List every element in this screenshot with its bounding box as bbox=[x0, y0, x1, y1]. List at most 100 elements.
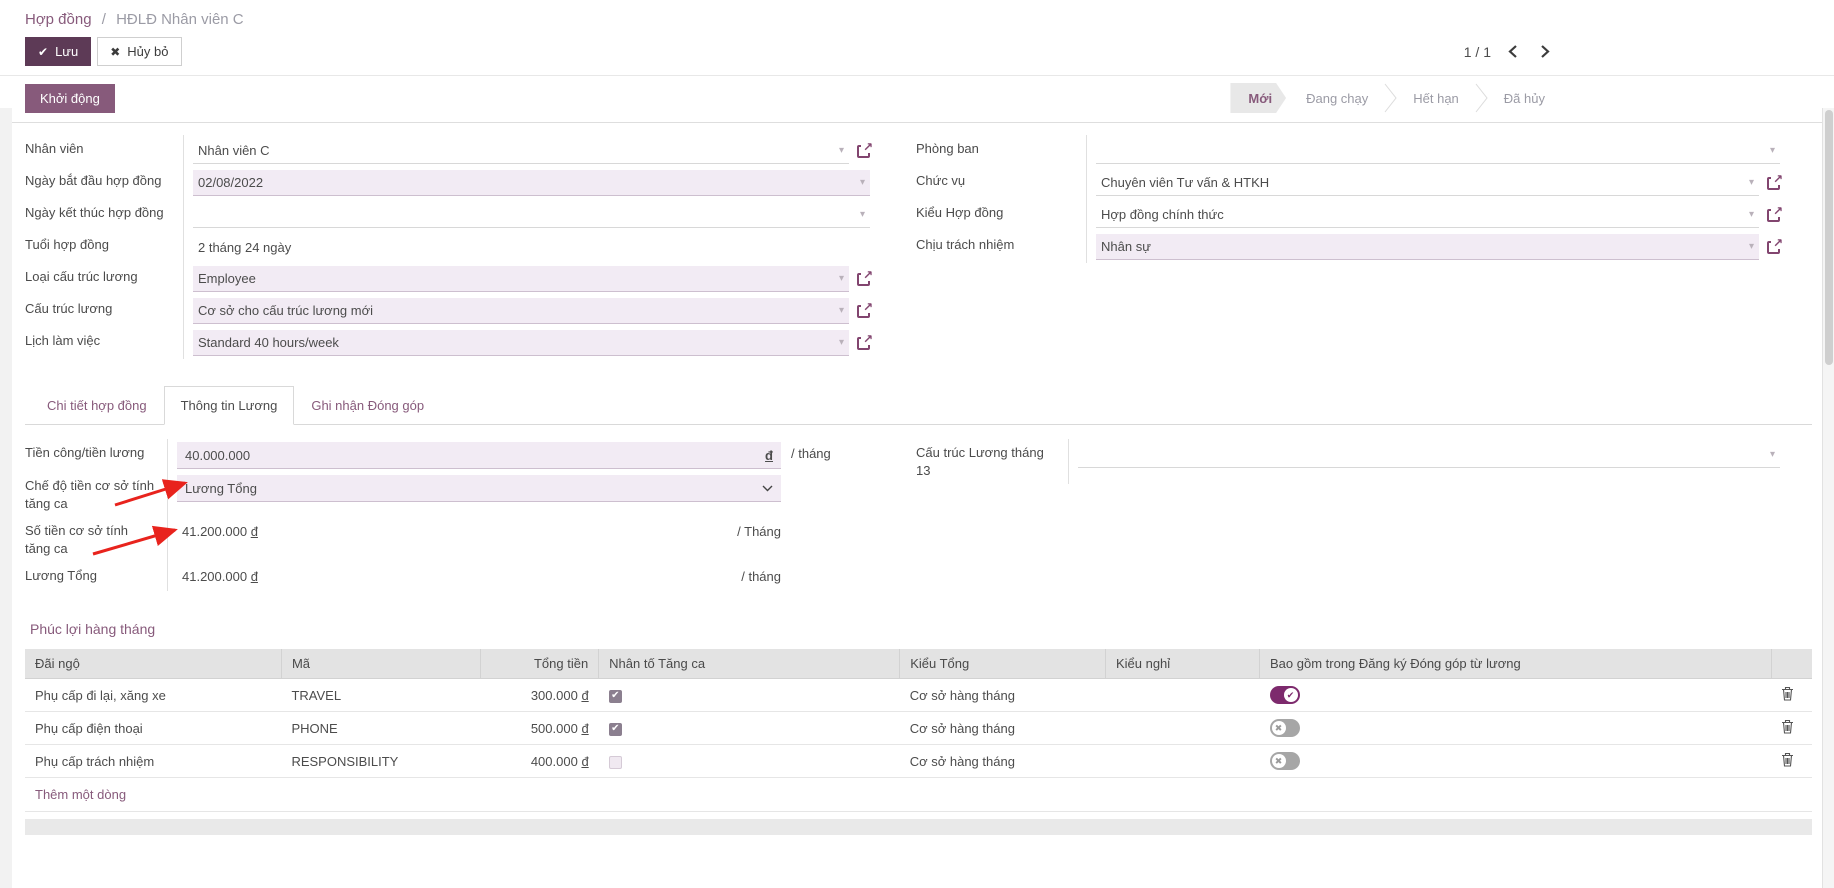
benefit-total-type[interactable]: Cơ sở hàng tháng bbox=[900, 679, 1106, 712]
field-group-left: Nhân viên Nhân viên C ▾ Ngày bắt đầu hợp… bbox=[25, 135, 870, 359]
delete-row-button[interactable] bbox=[1781, 752, 1794, 770]
field-month13-structure: Cấu trúc Lương tháng 13 ▾ bbox=[916, 439, 1780, 484]
column-header[interactable]: Mã bbox=[281, 649, 480, 679]
ot-factor-checkbox[interactable] bbox=[609, 756, 622, 769]
dropdown-caret-icon[interactable]: ▾ bbox=[852, 209, 865, 220]
benefit-amount[interactable]: 500.000 đ bbox=[480, 712, 599, 745]
status-step-separator-icon bbox=[1475, 83, 1488, 113]
external-link-icon[interactable] bbox=[857, 145, 870, 158]
scrollbar-thumb[interactable] bbox=[1825, 110, 1833, 365]
external-link-icon[interactable] bbox=[857, 337, 870, 350]
external-link-icon[interactable] bbox=[857, 305, 870, 318]
included-in-register-toggle[interactable]: ✖ bbox=[1270, 752, 1300, 770]
column-header[interactable]: Nhân tố Tăng ca bbox=[599, 649, 900, 679]
benefits-header-row: Đãi ngộ Mã Tổng tiền Nhân tố Tăng ca Kiể… bbox=[25, 649, 1812, 679]
status-step-new[interactable]: Mới bbox=[1230, 83, 1286, 113]
scrollbar[interactable] bbox=[1822, 108, 1834, 888]
field-label: Chế độ tiền cơ sở tính tăng ca bbox=[25, 472, 167, 517]
field-label: Kiểu Hợp đồng bbox=[916, 199, 1086, 227]
included-in-register-toggle[interactable]: ✔ bbox=[1270, 686, 1300, 704]
employee-field[interactable]: Nhân viên C ▾ bbox=[193, 138, 849, 164]
benefit-row[interactable]: Phụ cấp trách nhiệm RESPONSIBILITY 400.0… bbox=[25, 745, 1812, 778]
tab-contribution-records[interactable]: Ghi nhận Đóng góp bbox=[294, 386, 441, 425]
dropdown-caret-icon[interactable]: ▾ bbox=[852, 177, 865, 188]
breadcrumb-parent-link[interactable]: Hợp đồng bbox=[25, 11, 92, 28]
status-step-cancelled[interactable]: Đã hủy bbox=[1488, 83, 1561, 113]
benefit-row[interactable]: Phụ cấp đi lại, xăng xe TRAVEL 300.000 đ… bbox=[25, 679, 1812, 712]
benefit-code[interactable]: PHONE bbox=[281, 712, 480, 745]
ot-factor-checkbox[interactable] bbox=[609, 723, 622, 736]
external-link-icon[interactable] bbox=[1767, 177, 1780, 190]
external-link-icon[interactable] bbox=[1767, 209, 1780, 222]
breadcrumb-separator: / bbox=[102, 11, 106, 28]
add-row-link[interactable]: Thêm một dòng bbox=[25, 778, 1812, 812]
status-step-running[interactable]: Đang chạy bbox=[1290, 83, 1384, 113]
hr-responsible-field[interactable]: Nhân sự ▾ bbox=[1096, 234, 1759, 260]
field-label: Chức vụ bbox=[916, 167, 1086, 195]
working-schedule-field[interactable]: Standard 40 hours/week ▾ bbox=[193, 330, 849, 356]
wage-input[interactable]: 40.000.000 đ bbox=[177, 442, 781, 469]
column-header[interactable]: Tổng tiền bbox=[480, 649, 599, 679]
benefit-code[interactable]: TRAVEL bbox=[281, 679, 480, 712]
column-header[interactable]: Kiểu Tổng bbox=[900, 649, 1106, 679]
dropdown-caret-icon[interactable]: ▾ bbox=[1741, 241, 1754, 252]
field-job-position: Chức vụ Chuyên viên Tư vấn & HTKH ▾ bbox=[916, 167, 1780, 199]
field-employee: Nhân viên Nhân viên C ▾ bbox=[25, 135, 870, 167]
salary-structure-field[interactable]: Cơ sở cho cấu trúc lương mới ▾ bbox=[193, 298, 849, 324]
delete-row-button[interactable] bbox=[1781, 686, 1794, 704]
tab-salary-information[interactable]: Thông tin Lương bbox=[164, 386, 295, 425]
benefit-name[interactable]: Phụ cấp trách nhiệm bbox=[25, 745, 281, 778]
column-header[interactable]: Đãi ngộ bbox=[25, 649, 281, 679]
department-field[interactable]: ▾ bbox=[1096, 138, 1780, 164]
form-sheet: Nhân viên Nhân viên C ▾ Ngày bắt đầu hợp… bbox=[0, 123, 1834, 835]
pager-next-button[interactable] bbox=[1534, 42, 1557, 61]
column-header[interactable]: Bao gồm trong Đăng ký Đóng góp từ lương bbox=[1260, 649, 1772, 679]
benefit-name[interactable]: Phụ cấp điện thoại bbox=[25, 712, 281, 745]
dropdown-caret-icon[interactable]: ▾ bbox=[1741, 209, 1754, 220]
dropdown-caret-icon[interactable]: ▾ bbox=[1762, 145, 1775, 156]
ot-factor-checkbox[interactable] bbox=[609, 690, 622, 703]
benefit-code[interactable]: RESPONSIBILITY bbox=[281, 745, 480, 778]
benefit-row[interactable]: Phụ cấp điện thoại PHONE 500.000 đ Cơ sở… bbox=[25, 712, 1812, 745]
benefit-name[interactable]: Phụ cấp đi lại, xăng xe bbox=[25, 679, 281, 712]
pager-previous-button[interactable] bbox=[1501, 42, 1524, 61]
month13-structure-field[interactable]: ▾ bbox=[1078, 442, 1780, 468]
external-link-icon[interactable] bbox=[1767, 241, 1780, 254]
included-in-register-toggle[interactable]: ✖ bbox=[1270, 719, 1300, 737]
trash-icon bbox=[1781, 752, 1794, 767]
pager-value: 1 / 1 bbox=[1464, 44, 1491, 60]
external-link-icon[interactable] bbox=[857, 273, 870, 286]
dropdown-caret-icon[interactable]: ▾ bbox=[831, 145, 844, 156]
save-button[interactable]: ✔ Lưu bbox=[25, 37, 91, 66]
benefit-amount[interactable]: 300.000 đ bbox=[480, 679, 599, 712]
benefit-leave-type[interactable] bbox=[1105, 679, 1259, 712]
discard-button[interactable]: ✖ Hủy bỏ bbox=[97, 37, 181, 66]
benefit-total-type[interactable]: Cơ sở hàng tháng bbox=[900, 745, 1106, 778]
benefit-leave-type[interactable] bbox=[1105, 712, 1259, 745]
delete-row-button[interactable] bbox=[1781, 719, 1794, 737]
dropdown-caret-icon[interactable]: ▾ bbox=[1741, 177, 1754, 188]
benefit-total-type[interactable]: Cơ sở hàng tháng bbox=[900, 712, 1106, 745]
start-contract-button[interactable]: Khởi động bbox=[25, 84, 115, 113]
dropdown-caret-icon[interactable]: ▾ bbox=[1762, 449, 1775, 460]
field-contract-age: Tuổi hợp đồng 2 tháng 24 ngày bbox=[25, 231, 870, 263]
contract-type-field[interactable]: Hợp đồng chính thức ▾ bbox=[1096, 202, 1759, 228]
dropdown-caret-icon[interactable]: ▾ bbox=[831, 273, 844, 284]
field-value: Employee bbox=[198, 271, 256, 286]
toggle-knob: ✖ bbox=[1272, 754, 1286, 768]
job-position-field[interactable]: Chuyên viên Tư vấn & HTKH ▾ bbox=[1096, 170, 1759, 196]
dropdown-caret-icon[interactable]: ▾ bbox=[831, 305, 844, 316]
salary-group-left: Tiền công/tiền lương 40.000.000 đ / thán… bbox=[25, 439, 870, 591]
status-step-expired[interactable]: Hết hạn bbox=[1397, 83, 1475, 113]
start-date-field[interactable]: 02/08/2022 ▾ bbox=[193, 170, 870, 196]
end-date-field[interactable]: ▾ bbox=[193, 202, 870, 228]
ot-base-mode-select[interactable]: Lương Tổng bbox=[177, 475, 781, 502]
column-header[interactable]: Kiểu nghỉ bbox=[1105, 649, 1259, 679]
dropdown-caret-icon[interactable]: ▾ bbox=[831, 337, 844, 348]
tab-contract-details[interactable]: Chi tiết hợp đồng bbox=[30, 386, 164, 425]
structure-type-field[interactable]: Employee ▾ bbox=[193, 266, 849, 292]
field-ot-base-amount: Số tiền cơ sở tính tăng ca 41.200.000 đ … bbox=[25, 517, 870, 562]
benefit-leave-type[interactable] bbox=[1105, 745, 1259, 778]
benefit-amount[interactable]: 400.000 đ bbox=[480, 745, 599, 778]
field-value: Nhân viên C bbox=[198, 143, 270, 158]
